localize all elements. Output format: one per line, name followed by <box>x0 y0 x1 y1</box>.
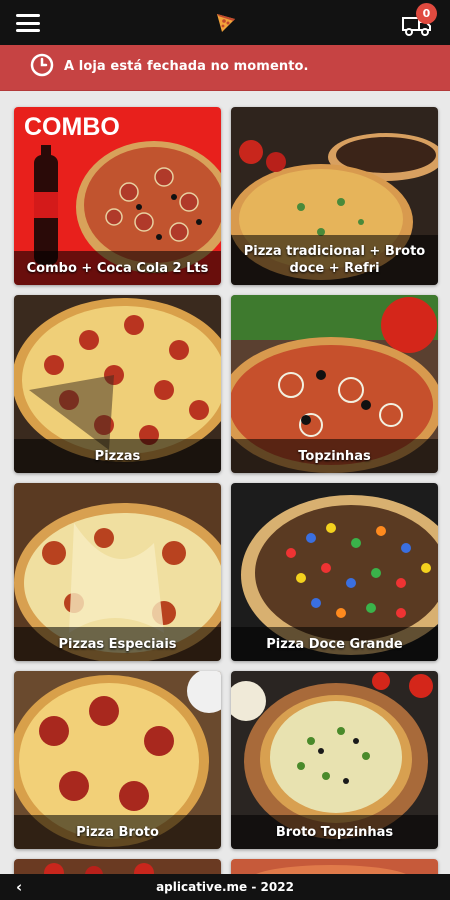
category-card-pizza-broto[interactable]: Pizza Broto <box>14 671 221 849</box>
cart-count-badge[interactable]: 0 <box>416 3 437 24</box>
category-card-topzinhas[interactable]: Topzinhas <box>231 295 438 473</box>
pizza-logo-icon[interactable] <box>214 11 238 35</box>
category-card-pizza-doce-grande[interactable]: Pizza Doce Grande <box>231 483 438 661</box>
clock-icon <box>30 53 54 77</box>
combo-badge: COMBO <box>24 113 120 141</box>
category-card-pizzas[interactable]: Pizzas <box>14 295 221 473</box>
category-label: Pizza tradicional + Broto doce + Refri <box>231 235 438 285</box>
category-label: Pizza Doce Grande <box>231 627 438 661</box>
category-label: Broto Topzinhas <box>231 815 438 849</box>
store-closed-banner: A loja está fechada no momento. <box>0 45 450 91</box>
category-card-pizzas-especiais[interactable]: Pizzas Especiais <box>14 483 221 661</box>
category-label: Pizzas <box>14 439 221 473</box>
store-closed-text: A loja está fechada no momento. <box>64 59 309 74</box>
category-label: Topzinhas <box>231 439 438 473</box>
footer-credit: aplicative.me - 2022 <box>156 880 294 894</box>
hamburger-menu-icon[interactable] <box>16 14 40 32</box>
bottom-bar: ‹ aplicative.me - 2022 <box>0 874 450 900</box>
category-label: Pizzas Especiais <box>14 627 221 661</box>
category-card-pizza-tradicional[interactable]: Pizza tradicional + Broto doce + Refri <box>231 107 438 285</box>
top-bar: 0 <box>0 0 450 45</box>
category-label: Combo + Coca Cola 2 Lts <box>14 251 221 285</box>
category-card-combo[interactable]: COMBO Combo + Coca Cola 2 Lts <box>14 107 221 285</box>
category-card-broto-topzinhas[interactable]: Broto Topzinhas <box>231 671 438 849</box>
category-label: Pizza Broto <box>14 815 221 849</box>
